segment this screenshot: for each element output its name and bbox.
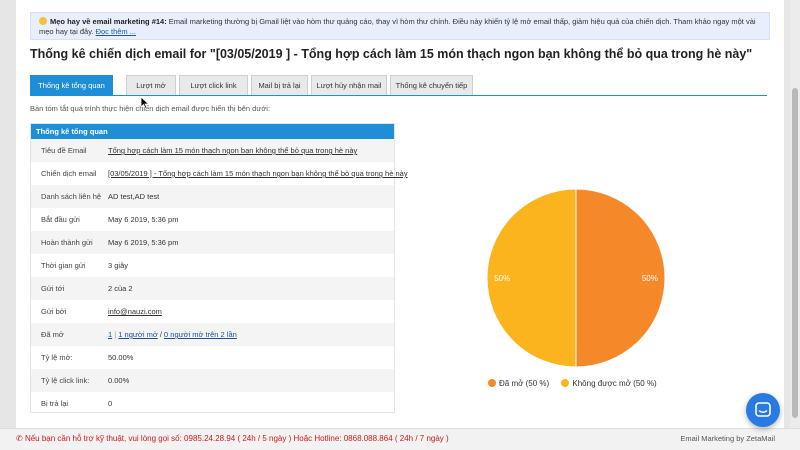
row-click-rate: Tỷ lệ click link: 0.00% [31,369,394,392]
tip-label: Mẹo hay về email marketing #14: [50,17,167,26]
open-rate-pie-chart: 50% 50% [486,188,666,368]
row-campaign: Chiến dịch email [03/05/2019 ] - Tổng hợ… [31,162,408,185]
main-page: Mẹo hay về email marketing #14: Email ma… [16,0,784,428]
row-key: Gửi tới [41,284,65,293]
legend-swatch-opened [488,379,496,387]
pie-slice-label-0: 50% [642,274,658,283]
row-sent-to: Gửi tới 2 của 2 [31,277,394,300]
row-contact-list: Danh sách liên hệ AD test,AD test [31,185,394,208]
scrollbar-thumb[interactable] [792,88,798,418]
row-bounced: Bị trả lại 0 [31,392,394,415]
row-email-subject: Tiêu đề Email Tổng hợp cách làm 15 món t… [31,139,394,162]
support-hotline: ✆ Nếu bạn cần hỗ trợ kỹ thuật, vui lòng … [16,434,449,443]
overview-panel: Thống kê tổng quan Tiêu đề Email Tổng hợ… [30,123,408,415]
legend-item-unopened[interactable]: Không được mở (50 %) [561,379,657,388]
summary-description: Bản tóm tắt quá trình thực hiện chiến dị… [30,104,271,113]
row-key: Chiến dịch email [41,169,97,178]
row-key: Danh sách liên hệ [41,192,102,201]
read-more-link[interactable]: Đọc thêm ... [96,27,136,36]
row-value: 50.00% [108,353,134,362]
opened-values: 1 | 1 người mở / 0 người mở trên 2 lần [108,323,237,346]
legend-swatch-unopened [561,379,570,387]
pie-slice-label-1: 50% [494,274,510,283]
row-value: May 6 2019, 5:36 pm [108,238,179,247]
page-scrollbar[interactable] [790,0,800,428]
row-key: Thời gian gửi [41,261,86,270]
legend-label: Đã mở (50 %) [499,379,550,388]
row-key: Gửi bởi [41,307,67,316]
row-opened: Đã mở 1 | 1 người mở / 0 người mở trên 2… [31,323,394,346]
legend-item-opened[interactable]: Đã mở (50 %) [488,379,549,388]
tab-overview[interactable]: Thống kê tổng quan [30,75,113,95]
row-key: Bị trả lại [41,399,69,408]
row-value: 0.00% [108,376,130,385]
tab-forwards[interactable]: Thống kê chuyển tiếp [390,75,473,95]
row-key: Hoàn thành gửi [41,238,93,247]
row-value: May 6 2019, 5:36 pm [108,215,179,224]
campaign-link[interactable]: [03/05/2019 ] - Tổng hợp cách làm 15 món… [108,162,408,185]
tab-opens[interactable]: Lượt mở [126,75,176,95]
tip-banner: Mẹo hay về email marketing #14: Email ma… [30,12,770,40]
page-title: Thống kê chiến dịch email for "[03/05/20… [30,47,753,61]
footer-brand: Email Marketing by ZetaMail [680,434,775,443]
row-value: 2 của 2 [108,284,133,293]
row-key: Bắt đầu gửi [41,215,80,224]
lightbulb-icon [39,17,47,25]
row-sent-by: Gửi bởi info@nauzi.com [31,300,394,323]
row-send-time: Thời gian gửi 3 giây [31,254,394,277]
chart-legend: Đã mở (50 %) Không được mở (50 %) [488,379,667,388]
phone-icon: ✆ [16,434,25,443]
email-subject-link[interactable]: Tổng hợp cách làm 15 món thạch ngon bạn … [108,139,357,162]
row-key: Tỷ lệ click link: [41,376,90,385]
hotline-text: Nếu bạn cần hỗ trợ kỹ thuật, vui lòng gọ… [24,434,449,443]
opened-people-link[interactable]: 1 người mở [118,330,157,339]
row-start-send: Bắt đầu gửi May 6 2019, 5:36 pm [31,208,394,231]
tab-bounced[interactable]: Mail bị trả lại [251,75,308,95]
tab-unsubscribes[interactable]: Lượt hủy nhận mail [311,75,387,95]
opened-multi-link[interactable]: 0 người mở trên 2 lần [164,330,237,339]
row-value: AD test,AD test [108,192,160,201]
chat-icon [755,402,771,417]
mouse-cursor-icon [140,96,150,111]
panel-title: Thống kê tổng quan [31,124,394,139]
row-open-rate: Tỷ lệ mở: 50.00% [31,346,394,369]
footer: ✆ Nếu bạn cần hỗ trợ kỹ thuật, vui lòng … [0,428,800,450]
tab-bar: Thống kê tổng quan Lượt mở Lượt click li… [30,75,767,96]
row-key: Đã mở [41,330,64,339]
row-value: 3 giây [108,261,129,270]
tab-clicks[interactable]: Lượt click link [179,75,248,95]
row-value: 0 [108,399,113,408]
chat-widget-button[interactable] [746,393,780,427]
row-key: Tiêu đề Email [41,146,87,155]
row-finish-send: Hoàn thành gửi May 6 2019, 5:36 pm [31,231,394,254]
row-key: Tỷ lệ mở: [41,353,73,362]
legend-label: Không được mở (50 %) [572,379,657,388]
sender-email-link[interactable]: info@nauzi.com [108,300,162,323]
